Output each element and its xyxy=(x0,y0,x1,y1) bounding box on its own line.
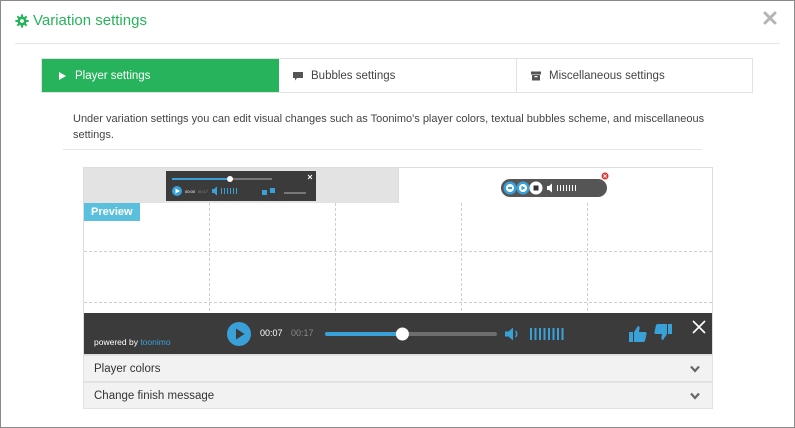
accordion-player-colors[interactable]: Player colors xyxy=(83,355,713,382)
variation-settings-dialog: Variation settings Player settings Bubbl… xyxy=(0,0,795,428)
tab-label: Bubbles settings xyxy=(311,69,396,82)
preview-label: Preview xyxy=(84,203,140,221)
powered-by: powered by toonimo xyxy=(94,337,171,347)
thumbs-down-icon[interactable] xyxy=(654,323,672,341)
volume-level[interactable] xyxy=(530,328,566,340)
thumb-time-current: 00:00 xyxy=(185,189,196,194)
play-icon xyxy=(59,71,66,80)
play-button[interactable] xyxy=(226,321,252,347)
grid-line xyxy=(84,302,712,303)
dialog-title: Variation settings xyxy=(33,12,147,29)
close-icon[interactable] xyxy=(763,11,777,25)
seek-progress xyxy=(325,332,403,336)
tab-label: Miscellaneous settings xyxy=(549,69,665,82)
accordion-change-finish-message[interactable]: Change finish message xyxy=(83,382,713,409)
tab-label: Player settings xyxy=(75,69,151,82)
tab-miscellaneous-settings[interactable]: Miscellaneous settings xyxy=(517,59,752,92)
description-divider xyxy=(63,149,702,150)
volume-icon[interactable] xyxy=(505,327,521,341)
seek-handle[interactable] xyxy=(395,327,409,341)
gear-icon xyxy=(15,13,29,28)
tab-player-settings[interactable]: Player settings xyxy=(42,59,279,92)
chevron-down-icon xyxy=(690,365,700,373)
accordion-label: Change finish message xyxy=(94,389,215,402)
tab-bubbles-settings[interactable]: Bubbles settings xyxy=(279,59,517,92)
settings-description: Under variation settings you can edit vi… xyxy=(73,113,705,141)
variant-tabs: 00:00 00:17 xyxy=(84,168,712,203)
total-time: 00:17 xyxy=(291,328,314,338)
compact-player-thumbnail xyxy=(501,172,609,197)
grid-line xyxy=(84,251,712,252)
dialog-header: Variation settings xyxy=(15,12,147,29)
preview-panel: 00:00 00:17 Preview powered by toonimo 0… xyxy=(83,167,713,355)
current-time: 00:07 xyxy=(260,328,283,338)
chevron-down-icon xyxy=(690,392,700,400)
header-divider xyxy=(15,43,780,44)
thumbs-up-icon[interactable] xyxy=(629,325,647,343)
seek-bar[interactable] xyxy=(325,325,497,343)
thumb-time-total: 00:17 xyxy=(198,189,209,194)
accordion-label: Player colors xyxy=(94,362,161,375)
audio-player-bar: powered by toonimo 00:07 00:17 xyxy=(84,313,712,354)
speech-bubble-icon xyxy=(293,71,303,80)
archive-icon xyxy=(531,71,541,80)
variant-tab-full-player[interactable]: 00:00 00:17 xyxy=(84,168,399,203)
variant-tab-compact-player[interactable] xyxy=(399,168,712,203)
full-player-thumbnail: 00:00 00:17 xyxy=(166,171,316,201)
powered-by-text: powered by xyxy=(94,337,141,347)
player-close-icon[interactable] xyxy=(692,320,706,334)
settings-tabs: Player settings Bubbles settings Miscell… xyxy=(41,58,753,93)
brand-name: toonimo xyxy=(140,337,171,347)
